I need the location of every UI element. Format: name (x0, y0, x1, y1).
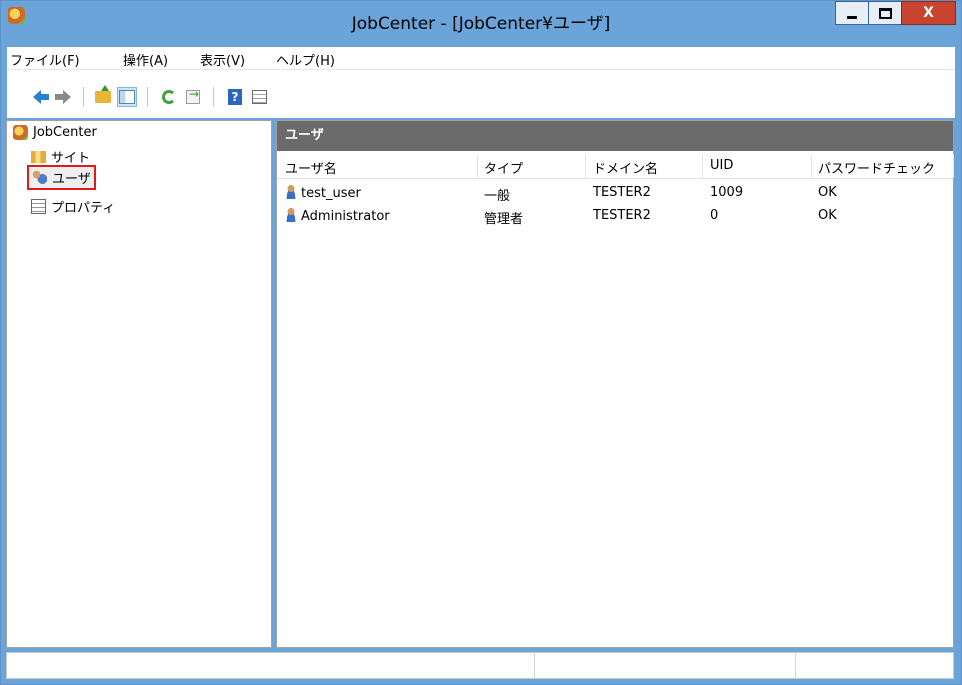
tree-item-properties[interactable]: プロパティ (31, 197, 115, 216)
export-list-icon (186, 87, 200, 104)
tree-pane[interactable]: JobCenter サイト ユーザ プロパティ (6, 120, 272, 648)
column-header-row: ユーザ名 タイプ ドメイン名 UID パスワードチェック (277, 154, 954, 179)
help-button[interactable]: ? (225, 87, 245, 107)
forward-arrow-icon (55, 90, 71, 104)
column-divider[interactable] (702, 154, 703, 178)
menu-help[interactable]: ヘルプ(H) (276, 50, 335, 69)
tree-item-label: JobCenter (33, 125, 97, 140)
minimize-button[interactable] (835, 1, 869, 25)
jobcenter-icon (13, 125, 28, 140)
tree-item-label: ユーザ (52, 172, 91, 187)
column-header-password-check[interactable]: パスワードチェック (818, 158, 935, 177)
menu-file[interactable]: ファイル(F) (10, 50, 80, 69)
uid-cell: 0 (710, 208, 719, 223)
help-icon: ? (228, 89, 242, 105)
status-divider (534, 653, 535, 678)
site-icon (31, 150, 46, 163)
tree-item-jobcenter[interactable]: JobCenter (13, 125, 97, 140)
type-cell: 管理者 (484, 212, 524, 227)
table-row[interactable]: test_user 一般 TESTER2 1009 OK (277, 183, 953, 207)
column-divider[interactable] (585, 154, 586, 178)
domain-cell: TESTER2 (593, 185, 651, 200)
column-header-user-name[interactable]: ユーザ名 (285, 158, 337, 177)
maximize-button[interactable] (868, 1, 902, 25)
menu-bar: ファイル(F) 操作(A) 表示(V) ヘルプ(H) (7, 47, 955, 70)
up-folder-icon (95, 85, 111, 103)
column-header-type[interactable]: タイプ (484, 158, 523, 177)
tree-item-users[interactable]: ユーザ (27, 165, 96, 190)
status-bar (6, 652, 954, 679)
menu-action[interactable]: 操作(A) (123, 50, 168, 69)
column-divider[interactable] (811, 154, 812, 178)
close-button[interactable]: X (901, 1, 956, 25)
domain-cell: TESTER2 (593, 208, 651, 223)
export-list-button[interactable] (183, 87, 203, 107)
menu-view[interactable]: 表示(V) (200, 50, 245, 69)
refresh-icon (162, 90, 176, 104)
maximize-icon (878, 7, 892, 19)
toolbar-separator (213, 87, 214, 107)
list-pane[interactable]: ユーザ ユーザ名 タイプ ドメイン名 UID パスワードチェック test_us… (276, 120, 954, 648)
column-header-uid[interactable]: UID (710, 158, 733, 173)
back-button[interactable] (27, 87, 49, 107)
uid-cell: 1009 (710, 185, 744, 200)
column-divider[interactable] (953, 154, 954, 178)
column-header-domain[interactable]: ドメイン名 (593, 158, 658, 177)
properties-button[interactable] (249, 87, 269, 107)
status-divider (795, 653, 796, 678)
user-icon (285, 208, 297, 222)
type-cell: 一般 (484, 189, 511, 204)
users-icon (32, 170, 47, 185)
toolbar: ? (7, 70, 955, 118)
forward-button[interactable] (53, 87, 73, 107)
show-hide-tree-button[interactable] (117, 87, 137, 107)
show-hide-tree-icon (119, 90, 135, 104)
toolbar-separator (83, 87, 84, 107)
properties-icon (31, 199, 46, 214)
password-check-cell: OK (818, 208, 837, 223)
properties-icon (251, 90, 267, 104)
tree-item-label: サイト (51, 151, 91, 166)
user-name-cell: test_user (285, 185, 361, 201)
user-icon (285, 185, 297, 199)
refresh-button[interactable] (159, 87, 179, 107)
table-row[interactable]: Administrator 管理者 TESTER2 0 OK (277, 206, 953, 230)
tree-item-site[interactable]: サイト (31, 147, 90, 166)
tree-item-label: プロパティ (51, 201, 116, 216)
user-name: Administrator (301, 209, 390, 224)
column-divider[interactable] (477, 154, 478, 178)
pane-title: ユーザ (277, 121, 953, 151)
user-name-cell: Administrator (285, 208, 390, 224)
password-check-cell: OK (818, 185, 837, 200)
minimize-icon (847, 15, 857, 19)
title-bar[interactable]: JobCenter - [JobCenter¥ユーザ] X (1, 1, 961, 47)
window-title: JobCenter - [JobCenter¥ユーザ] (351, 14, 611, 34)
user-name: test_user (301, 186, 361, 201)
back-arrow-icon (33, 90, 49, 104)
up-folder-button[interactable] (93, 85, 113, 107)
close-icon: X (923, 5, 934, 21)
toolbar-separator (147, 87, 148, 107)
